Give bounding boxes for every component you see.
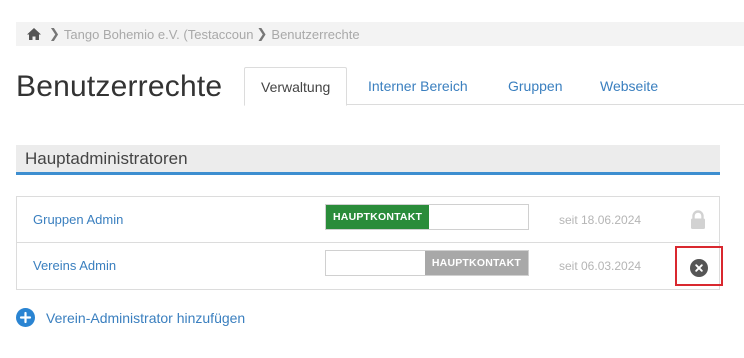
- tab-bar: Verwaltung Interner Bereich Gruppen Webs…: [244, 67, 744, 106]
- lock-icon: [689, 210, 707, 230]
- remove-icon[interactable]: [690, 259, 708, 277]
- since-date: seit 06.03.2024: [559, 259, 642, 273]
- chevron-right-icon: ❯: [49, 26, 60, 41]
- home-icon[interactable]: [26, 27, 42, 41]
- main-contact-toggle[interactable]: HAUPTKONTAKT: [325, 250, 529, 276]
- chevron-right-icon: ❯: [256, 26, 268, 41]
- breadcrumb-item-club[interactable]: Tango Bohemio e.V. (Testaccoun: [64, 27, 254, 42]
- admin-row: Vereins Admin HAUPTKONTAKT seit 06.03.20…: [17, 243, 723, 289]
- tab-interner-bereich[interactable]: Interner Bereich: [352, 67, 484, 105]
- admin-name-link[interactable]: Vereins Admin: [33, 243, 116, 289]
- since-date: seit 18.06.2024: [559, 213, 642, 227]
- section-title: Hauptadministratoren: [16, 145, 720, 175]
- admin-row: Gruppen Admin HAUPTKONTAKT seit 18.06.20…: [17, 197, 719, 243]
- plus-circle-icon: [16, 308, 35, 327]
- tab-verwaltung[interactable]: Verwaltung: [244, 67, 348, 106]
- main-contact-badge: HAUPTKONTAKT: [424, 251, 528, 275]
- breadcrumb: ❯ Tango Bohemio e.V. (Testaccoun ❯ Benut…: [16, 22, 744, 46]
- tab-webseite[interactable]: Webseite: [584, 67, 674, 105]
- main-contact-toggle[interactable]: HAUPTKONTAKT: [325, 204, 529, 230]
- main-contact-badge: HAUPTKONTAKT: [326, 205, 430, 229]
- breadcrumb-item-current: Benutzerrechte: [271, 26, 360, 42]
- page-title: Benutzerrechte: [16, 70, 223, 103]
- add-admin-button[interactable]: Verein-Administrator hinzufügen: [16, 308, 245, 327]
- admin-name-link[interactable]: Gruppen Admin: [33, 197, 123, 243]
- admin-list: Gruppen Admin HAUPTKONTAKT seit 18.06.20…: [16, 196, 723, 290]
- tab-gruppen[interactable]: Gruppen: [492, 67, 578, 105]
- add-admin-label: Verein-Administrator hinzufügen: [46, 309, 246, 326]
- highlight-box: [675, 246, 723, 286]
